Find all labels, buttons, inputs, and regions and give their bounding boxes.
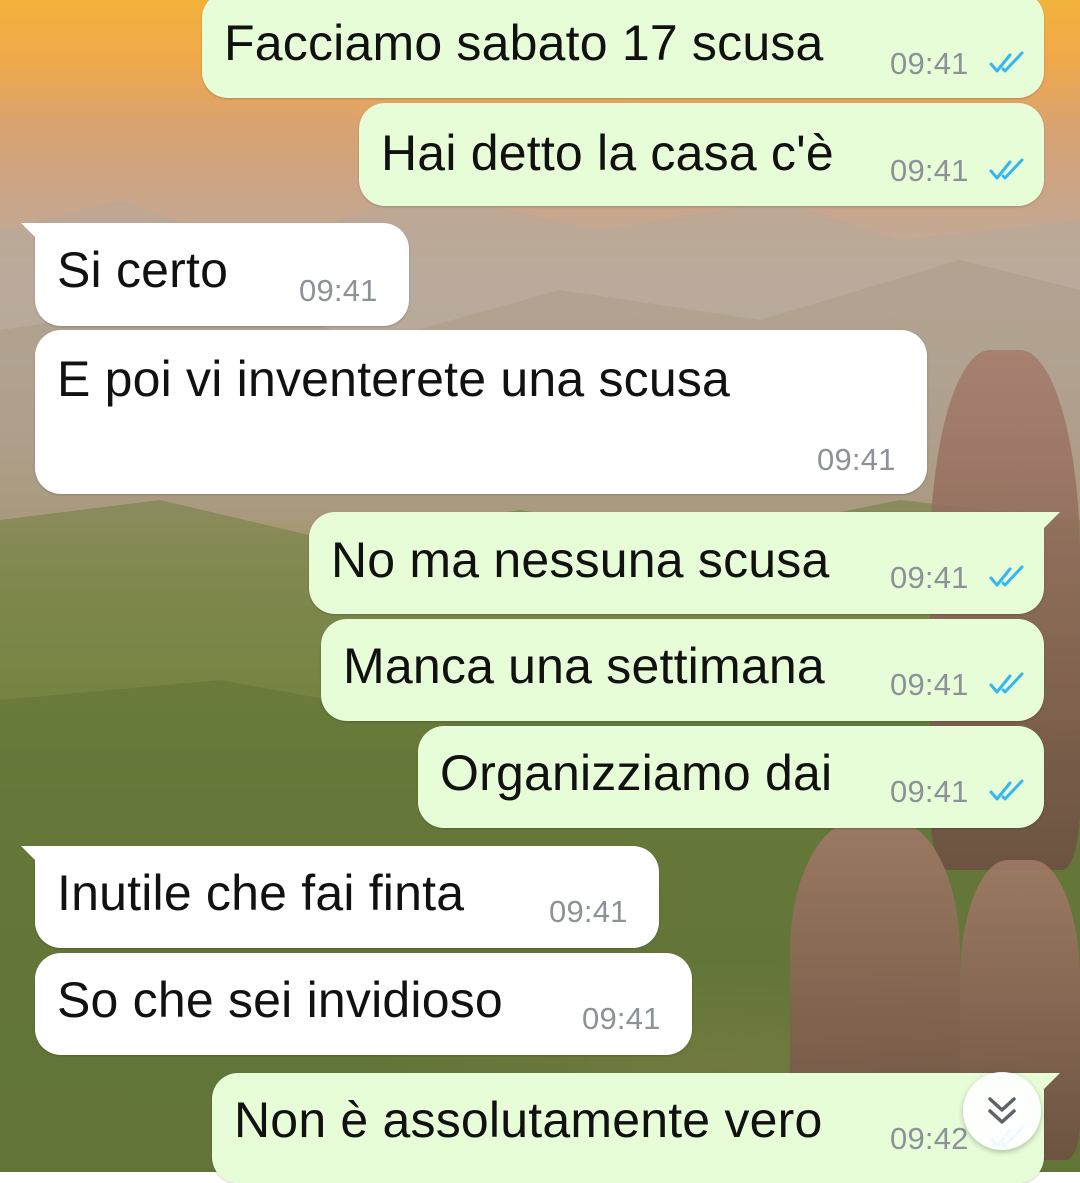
- message-bubble-outgoing[interactable]: No ma nessuna scusa 09:41: [309, 512, 1060, 614]
- message-bubble-outgoing[interactable]: Manca una settimana 09:41: [321, 619, 1044, 721]
- message-bubble-outgoing[interactable]: Facciamo sabato 17 scusa 09:41: [202, 0, 1044, 98]
- message-timestamp: 09:41: [890, 774, 969, 809]
- double-check-icon: [989, 51, 1024, 73]
- message-text: Organizziamo dai: [440, 745, 833, 801]
- message-bubble-incoming[interactable]: E poi vi inventerete una scusa 09:41: [35, 330, 927, 494]
- message-text: E poi vi inventerete una scusa: [57, 351, 731, 407]
- message-text: So che sei invidioso: [57, 972, 503, 1028]
- bubble-tail: [21, 846, 43, 868]
- message-bubble-outgoing[interactable]: Hai detto la casa c'è 09:41: [359, 103, 1044, 206]
- message-text: Inutile che fai finta: [57, 865, 465, 921]
- message-timestamp: 09:41: [890, 153, 969, 188]
- message-text: Non è assolutamente vero: [234, 1092, 823, 1148]
- double-check-icon: [989, 565, 1024, 587]
- message-bubble-incoming[interactable]: So che sei invidioso 09:41: [35, 953, 692, 1055]
- bubble-tail: [1038, 1073, 1060, 1095]
- message-bubble-outgoing[interactable]: Organizziamo dai 09:41: [418, 726, 1044, 828]
- double-check-icon: [989, 779, 1024, 801]
- message-timestamp: 09:41: [890, 667, 969, 702]
- message-text: No ma nessuna scusa: [331, 532, 830, 588]
- message-bubble-incoming[interactable]: Si certo 09:41: [21, 223, 409, 326]
- message-timestamp: 09:41: [890, 46, 969, 81]
- message-timestamp: 09:41: [299, 273, 378, 308]
- message-timestamp: 09:41: [890, 560, 969, 595]
- message-text: Si certo: [57, 242, 229, 298]
- message-timestamp: 09:42: [890, 1121, 969, 1156]
- message-timestamp: 09:41: [582, 1001, 661, 1036]
- double-check-icon: [989, 158, 1024, 180]
- message-timestamp: 09:41: [817, 442, 896, 477]
- double-check-icon: [989, 672, 1024, 694]
- message-bubble-incoming[interactable]: Inutile che fai finta 09:41: [21, 846, 659, 948]
- message-text: Hai detto la casa c'è: [381, 125, 834, 181]
- bubble-tail: [21, 223, 43, 245]
- message-text: Facciamo sabato 17 scusa: [224, 15, 824, 71]
- double-chevron-down-icon: [988, 1097, 1016, 1124]
- scroll-to-bottom-button[interactable]: [963, 1072, 1041, 1150]
- bubble-tail: [1038, 512, 1060, 534]
- message-text: Manca una settimana: [343, 638, 825, 694]
- message-timestamp: 09:41: [549, 894, 628, 929]
- message-bubble-outgoing[interactable]: Non è assolutamente vero 09:42: [212, 1073, 1060, 1183]
